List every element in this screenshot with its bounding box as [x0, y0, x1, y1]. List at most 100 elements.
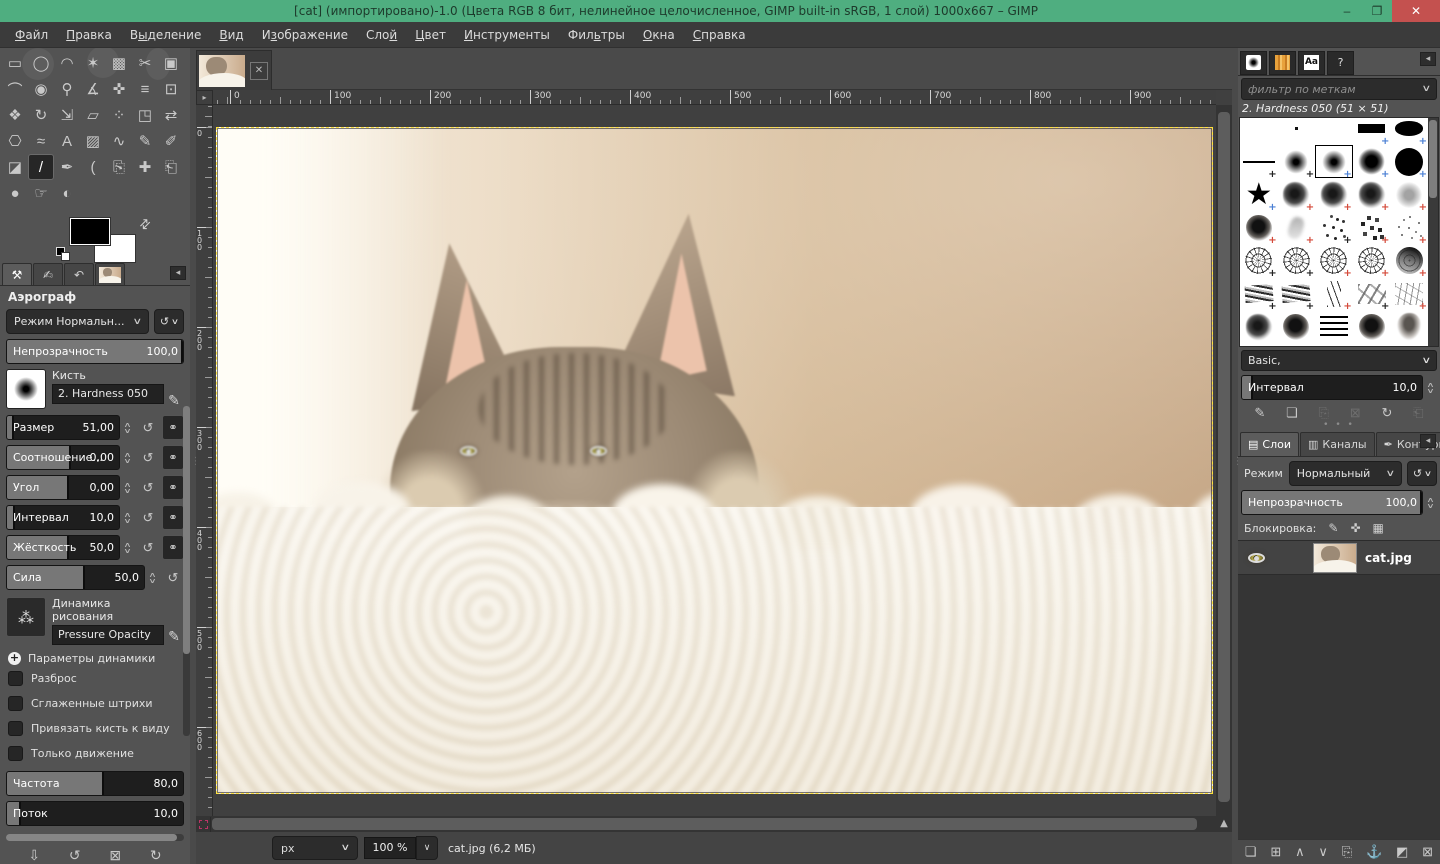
tab-undo-history[interactable]: ↶: [64, 263, 94, 285]
scissors-select-tool[interactable]: ✂: [132, 50, 158, 76]
heal-tool[interactable]: ✚: [132, 154, 158, 180]
layer-thumbnail[interactable]: [1313, 543, 1357, 573]
brush-cell[interactable]: +: [1240, 211, 1278, 244]
save-tool-preset-button[interactable]: ⇩: [28, 847, 40, 864]
duplicate-brush-button[interactable]: ⎘: [1319, 405, 1329, 421]
tab-device-status[interactable]: ✍: [33, 263, 63, 285]
menu-Справка[interactable]: Справка: [684, 22, 755, 48]
brush-cell[interactable]: +: [1390, 145, 1428, 178]
brush-cell[interactable]: ★+: [1240, 178, 1278, 211]
menu-Фильтры[interactable]: Фильтры: [559, 22, 634, 48]
opacity-slider[interactable]: Непрозрачность 100,0: [6, 339, 184, 364]
dock-splitter[interactable]: • • •: [1238, 423, 1440, 430]
horizontal-ruler[interactable]: 0100200300400500600700800900: [213, 90, 1216, 105]
brush-cell[interactable]: [1315, 117, 1353, 145]
brush-spacing-slider[interactable]: Интервал 10,0: [1241, 375, 1423, 400]
delete-brush-button[interactable]: ⊠: [1350, 405, 1361, 421]
tab-fonts[interactable]: Aa: [1298, 51, 1325, 75]
anchor-layer-button[interactable]: ⚓: [1366, 844, 1382, 860]
checkbox-box[interactable]: [8, 746, 23, 761]
airbrush-tool[interactable]: /: [28, 154, 54, 180]
maximize-button[interactable]: ❐: [1362, 0, 1392, 22]
paintbrush-tool[interactable]: ✐: [158, 128, 184, 154]
dynamics-value[interactable]: Pressure Opacity: [52, 625, 164, 645]
slider-соотношение[interactable]: Соотношение...0,00: [6, 445, 120, 470]
measure-tool[interactable]: ∡: [80, 76, 106, 102]
horizontal-scrollbar[interactable]: [211, 816, 1216, 832]
select-by-color-tool[interactable]: ▩: [106, 50, 132, 76]
brush-cell-selected[interactable]: +: [1315, 145, 1353, 178]
menu-Инструменты[interactable]: Инструменты: [455, 22, 559, 48]
brush-cell[interactable]: +: [1278, 277, 1316, 310]
spinner[interactable]: ∧∨: [121, 505, 134, 530]
checkbox-box[interactable]: [8, 671, 23, 686]
quick-mask-toggle[interactable]: [196, 817, 211, 832]
flow-slider[interactable]: Поток 10,0: [6, 801, 184, 826]
brush-cell[interactable]: +: [1390, 211, 1428, 244]
tool-options-vscrollbar[interactable]: [183, 406, 190, 736]
add-layer-mask-button[interactable]: ◩: [1396, 844, 1408, 860]
clone-tool[interactable]: ⎘: [106, 154, 132, 180]
gradient-tool[interactable]: ▨: [80, 128, 106, 154]
slider-сила[interactable]: Сила50,0: [6, 565, 145, 590]
link-to-brush-toggle[interactable]: ⚭: [162, 445, 184, 470]
zoom-dropdown[interactable]: ∨: [416, 836, 438, 860]
smudge-tool[interactable]: ☞: [28, 180, 54, 206]
blur-sharpen-tool[interactable]: ●: [2, 180, 28, 206]
canvas-viewport[interactable]: [213, 105, 1216, 816]
shear-tool[interactable]: ▱: [80, 102, 106, 128]
edit-dynamics-icon[interactable]: ✎: [164, 597, 184, 645]
layer-row[interactable]: cat.jpg: [1238, 541, 1440, 575]
ink-tool[interactable]: ✒: [54, 154, 80, 180]
new-brush-button[interactable]: ❏: [1286, 405, 1298, 421]
new-layer-button[interactable]: ❏: [1245, 844, 1257, 860]
ruler-corner-button[interactable]: ▸: [196, 90, 213, 105]
reset-icon[interactable]: ↺: [162, 565, 184, 590]
brush-cell[interactable]: +: [1390, 244, 1428, 277]
slider-размер[interactable]: Размер51,00: [6, 415, 120, 440]
vertical-ruler[interactable]: 0100200300400500600: [196, 105, 213, 816]
scale-tool[interactable]: ⇲: [54, 102, 80, 128]
menu-Цвет[interactable]: Цвет: [406, 22, 455, 48]
brush-cell[interactable]: +: [1390, 277, 1428, 310]
brush-cell[interactable]: [1315, 310, 1353, 343]
menu-Изображение[interactable]: Изображение: [253, 22, 357, 48]
zoom-tool[interactable]: ⚲: [54, 76, 80, 102]
menu-Файл[interactable]: Файл: [6, 22, 57, 48]
collapse-dock-button[interactable]: ◂: [1420, 434, 1436, 448]
foreground-select-tool[interactable]: ▣: [158, 50, 184, 76]
warp-transform-tool[interactable]: ∿: [106, 128, 132, 154]
open-brush-as-image-button[interactable]: ⎗: [1413, 405, 1423, 421]
color-picker-tool[interactable]: ◉: [28, 76, 54, 102]
restore-tool-preset-button[interactable]: ↺: [69, 847, 81, 864]
checkbox-привязать-кисть-к-виду[interactable]: Привязать кисть к виду: [8, 721, 184, 736]
menu-Выделение[interactable]: Выделение: [121, 22, 210, 48]
text-tool[interactable]: A: [54, 128, 80, 154]
lower-layer-button[interactable]: ∨: [1318, 844, 1328, 860]
align-tool[interactable]: ≡: [132, 76, 158, 102]
dodge-burn-tool[interactable]: ◐: [54, 180, 80, 206]
crop-tool[interactable]: ⊡: [158, 76, 184, 102]
menu-Правка[interactable]: Правка: [57, 22, 121, 48]
link-to-brush-toggle[interactable]: ⚭: [162, 535, 184, 560]
canvas-image[interactable]: [216, 127, 1213, 794]
reset-icon[interactable]: ↺: [137, 445, 159, 470]
tab-patterns[interactable]: [1269, 51, 1296, 75]
reset-icon[interactable]: ↺: [137, 415, 159, 440]
unified-transform-tool[interactable]: ❖: [2, 102, 28, 128]
brush-cell[interactable]: [1278, 310, 1316, 343]
eraser-tool[interactable]: ◪: [2, 154, 28, 180]
unit-dropdown[interactable]: px ∨: [272, 836, 358, 860]
link-to-brush-toggle[interactable]: ⚭: [162, 475, 184, 500]
brush-cell[interactable]: +: [1390, 117, 1428, 145]
delete-layer-button[interactable]: ⊠: [1422, 844, 1433, 860]
checkbox-box[interactable]: [8, 721, 23, 736]
cage-transform-tool[interactable]: ⎔: [2, 128, 28, 154]
bucket-fill-tool[interactable]: ≈: [28, 128, 54, 154]
navigation-button[interactable]: ▲: [1216, 816, 1232, 832]
brush-grid-scrollbar[interactable]: [1428, 118, 1438, 346]
brush-cell[interactable]: [1353, 310, 1391, 343]
brush-cell[interactable]: +: [1315, 211, 1353, 244]
tool-options-hscrollbar[interactable]: [6, 834, 184, 841]
brush-preview[interactable]: [6, 369, 46, 409]
